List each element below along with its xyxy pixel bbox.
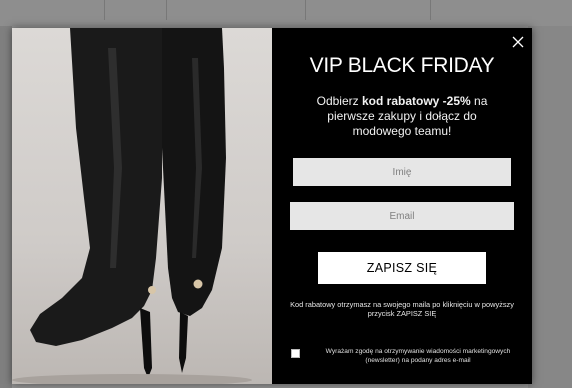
discount-note: Kod rabatowy otrzymasz na swojego maila …: [290, 300, 514, 318]
popup-image-boots: [12, 28, 272, 384]
email-input[interactable]: [290, 202, 514, 230]
popup-title: VIP BLACK FRIDAY: [309, 54, 495, 77]
subscribe-button[interactable]: ZAPISZ SIĘ: [318, 252, 486, 284]
subtitle-prefix: Odbierz: [316, 94, 362, 108]
consent-label: Wyrażam zgodę na otrzymywanie wiadomości…: [325, 348, 511, 364]
popup-subtitle: Odbierz kod rabatowy -25% na pierwsze za…: [302, 94, 502, 139]
subtitle-discount: kod rabatowy -25%: [361, 94, 471, 108]
newsletter-popup: VIP BLACK FRIDAY Odbierz kod rabatowy -2…: [12, 28, 532, 384]
boots-illustration: [12, 28, 252, 384]
name-input[interactable]: [293, 158, 511, 186]
close-icon: [512, 36, 524, 48]
popup-form-panel: VIP BLACK FRIDAY Odbierz kod rabatowy -2…: [272, 28, 532, 384]
consent-checkbox[interactable]: [291, 349, 300, 358]
close-button[interactable]: [510, 34, 526, 50]
